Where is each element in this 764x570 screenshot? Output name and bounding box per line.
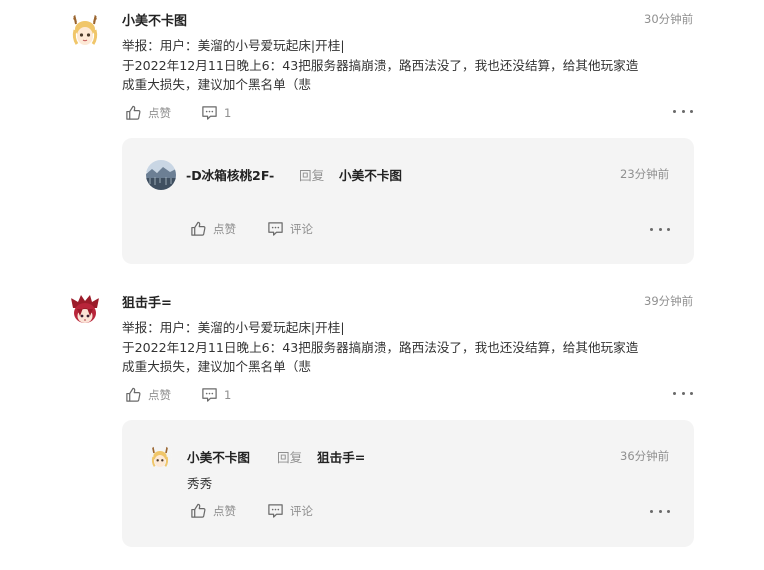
comment-time: 30分钟前 [644,12,694,26]
comment-content-line: 于2022年12月11日晚上6：43把服务器搞崩溃，路西法没了，我也还没结算，给… [122,339,639,355]
comment-label: 评论 [290,503,313,518]
reply-box: 小美不卡图 回复 狙击手= 36分钟前 秀秀 点赞 评论 [122,420,694,547]
reply-username[interactable]: -D冰箱核桃2F- [186,165,274,184]
comment-button[interactable]: 评论 [267,502,313,519]
comment-bubble-icon [268,222,283,236]
comment-item: 小美不卡图 30分钟前 举报：用户：美溜的小号爱玩起床|开桂| 于2022年12… [0,0,764,280]
like-label: 点赞 [213,221,236,236]
reply-word: 回复 [299,168,325,183]
comment-content: 举报：用户：美溜的小号爱玩起床|开桂| 于2022年12月11日晚上6：43把服… [122,318,702,377]
avatar-landscape-icon [146,160,176,190]
avatar-deer-icon [148,445,172,469]
comment-bubble-icon [268,504,283,518]
thumbs-up-icon [126,387,141,402]
avatar[interactable] [146,160,176,190]
more-dots-icon[interactable] [650,506,670,516]
like-label: 点赞 [213,503,236,518]
reply-count-button[interactable]: 1 [201,386,231,403]
reply-count: 1 [224,387,232,402]
comment-label: 评论 [290,221,313,236]
comment-content-line: 成重大损失，建议加个黑名单（悲 [122,359,311,374]
avatar[interactable] [67,12,103,48]
comment-content-line: 举报：用户：美溜的小号爱玩起床|开桂| [122,38,345,53]
reply-target[interactable]: 小美不卡图 [339,165,402,184]
like-button[interactable]: 点赞 [190,502,236,519]
reply-count-button[interactable]: 1 [201,104,231,121]
comment-bubble-icon [202,106,217,120]
comment-button[interactable]: 评论 [267,220,313,237]
reply-target[interactable]: 狙击手= [317,447,365,466]
comment-content: 举报：用户：美溜的小号爱玩起床|开桂| 于2022年12月11日晚上6：43把服… [122,36,702,95]
comment-content-line: 举报：用户：美溜的小号爱玩起床|开桂| [122,320,345,335]
reply-box: -D冰箱核桃2F- 回复 小美不卡图 23分钟前 点赞 评论 [122,138,694,264]
like-button[interactable]: 点赞 [125,386,171,403]
avatar[interactable] [148,445,172,469]
reply-username[interactable]: 小美不卡图 [187,447,250,466]
comment-item: 狙击手= 39分钟前 举报：用户：美溜的小号爱玩起床|开桂| 于2022年12月… [0,282,764,570]
comment-content-line: 成重大损失，建议加个黑名单（悲 [122,77,311,92]
reply-word: 回复 [277,450,303,465]
comment-content-line: 于2022年12月11日晚上6：43把服务器搞崩溃，路西法没了，我也还没结算，给… [122,57,639,73]
reply-content: 秀秀 [187,476,213,491]
more-dots-icon[interactable] [650,224,670,234]
thumbs-up-icon [126,105,141,120]
more-dots-icon[interactable] [673,106,693,116]
thumbs-up-icon [191,221,206,236]
avatar-character-icon [67,292,103,328]
reply-time: 36分钟前 [620,449,670,463]
like-button[interactable]: 点赞 [125,104,171,121]
comment-username[interactable]: 狙击手= [122,292,172,311]
avatar[interactable] [67,292,103,328]
thumbs-up-icon [191,503,206,518]
more-dots-icon[interactable] [673,388,693,398]
like-label: 点赞 [148,387,171,402]
comment-username[interactable]: 小美不卡图 [122,10,187,29]
avatar-deer-icon [67,12,103,48]
like-button[interactable]: 点赞 [190,220,236,237]
reply-count: 1 [224,105,232,120]
comment-bubble-icon [202,388,217,402]
reply-time: 23分钟前 [620,167,670,181]
like-label: 点赞 [148,105,171,120]
comment-time: 39分钟前 [644,294,694,308]
